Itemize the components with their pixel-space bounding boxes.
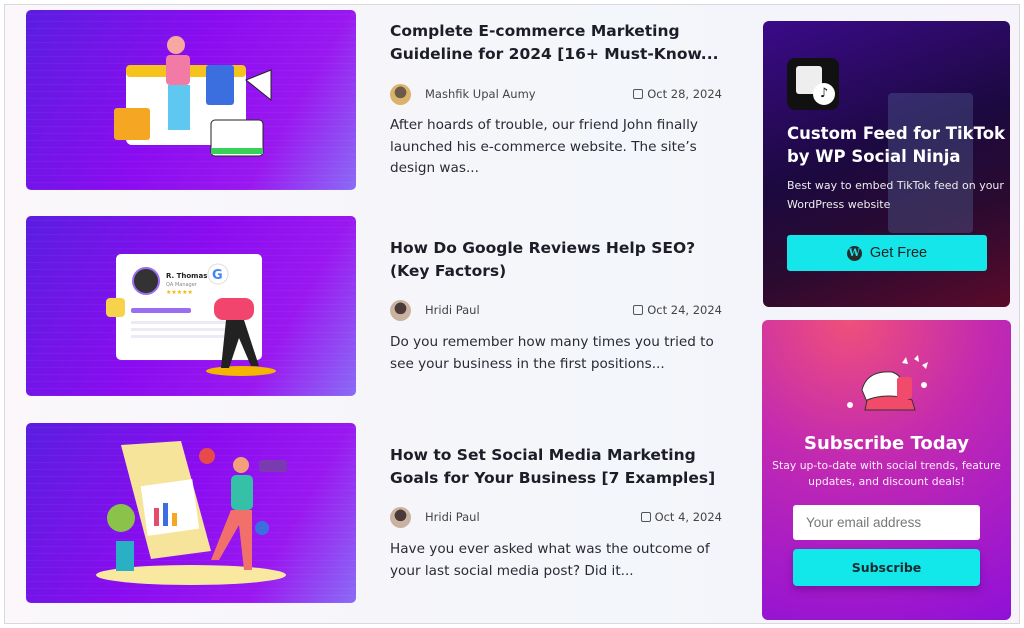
post-excerpt: Do you remember how many times you tried…	[390, 334, 714, 372]
svg-text:G: G	[212, 268, 223, 283]
email-input[interactable]	[793, 505, 980, 540]
post-title[interactable]: How to Set Social Media Marketing Goals …	[390, 444, 722, 490]
post-meta: Hridi Paul Oct 4, 2024	[390, 506, 722, 528]
author-avatar	[390, 299, 411, 321]
calendar-icon	[633, 305, 644, 315]
post-thumbnail-google-reviews[interactable]: G R. Thomas QA Manager ★★★★★	[26, 216, 356, 396]
post-title[interactable]: How Do Google Reviews Help SEO? (Key Fac…	[390, 237, 722, 283]
subscribe-illustration	[847, 355, 928, 411]
post-date: Oct 24, 2024	[633, 303, 722, 317]
calendar-icon	[640, 512, 651, 522]
date-text: Oct 24, 2024	[647, 303, 722, 317]
promo-subtitle: Best way to embed TikTok feed on your Wo…	[787, 179, 1004, 211]
post-meta: Hridi Paul Oct 24, 2024	[390, 299, 722, 321]
subscribe-title: Subscribe Today	[804, 433, 969, 454]
date-text: Oct 28, 2024	[647, 87, 722, 101]
author-name[interactable]: Mashfik Upal Aumy	[425, 87, 536, 101]
get-free-button[interactable]: W Get Free	[787, 235, 987, 271]
calendar-icon	[633, 89, 644, 99]
post-date: Oct 28, 2024	[633, 87, 722, 101]
post-excerpt: After hoards of trouble, our friend John…	[390, 117, 698, 176]
svg-text:★★★★★: ★★★★★	[166, 289, 193, 296]
author-avatar	[390, 506, 411, 528]
reviewer-name: R. Thomas	[166, 272, 207, 280]
wordpress-icon: W	[846, 245, 862, 261]
post-title[interactable]: Complete E-commerce Marketing Guideline …	[390, 20, 722, 66]
post-thumbnail-ecommerce[interactable]	[26, 10, 356, 190]
subscribe-button[interactable]: Subscribe	[793, 549, 980, 586]
google-reviews-illustration: G R. Thomas QA Manager ★★★★★	[106, 254, 276, 376]
promo-title: Custom Feed for TikTok by WP Social Ninj…	[787, 124, 1006, 166]
subscribe-subtitle: Stay up-to-date with social trends, feat…	[772, 459, 1001, 488]
social-goals-illustration	[96, 441, 287, 585]
date-text: Oct 4, 2024	[654, 510, 722, 524]
reviewer-role: QA Manager	[166, 282, 198, 288]
author-name[interactable]: Hridi Paul	[425, 510, 480, 524]
post-thumbnail-social-goals[interactable]	[26, 423, 356, 603]
post-meta: Mashfik Upal Aumy Oct 28, 2024	[390, 83, 722, 105]
author-avatar	[390, 83, 411, 105]
get-free-label: Get Free	[869, 245, 928, 261]
post-card: Complete E-commerce Marketing Guideline …	[390, 20, 722, 66]
tiktok-icon: ♪	[813, 83, 835, 105]
ecommerce-illustration	[114, 36, 272, 157]
subscribe-card: Subscribe Today Stay up-to-date with soc…	[762, 320, 1011, 620]
post-date: Oct 4, 2024	[640, 510, 722, 524]
tiktok-feed-app-icon: ♪	[787, 58, 839, 110]
post-excerpt: Have you ever asked what was the outcome…	[390, 541, 710, 579]
author-name[interactable]: Hridi Paul	[425, 303, 480, 317]
tiktok-promo-card: ♪ Custom Feed for TikTok by WP Social Ni…	[763, 21, 1010, 307]
